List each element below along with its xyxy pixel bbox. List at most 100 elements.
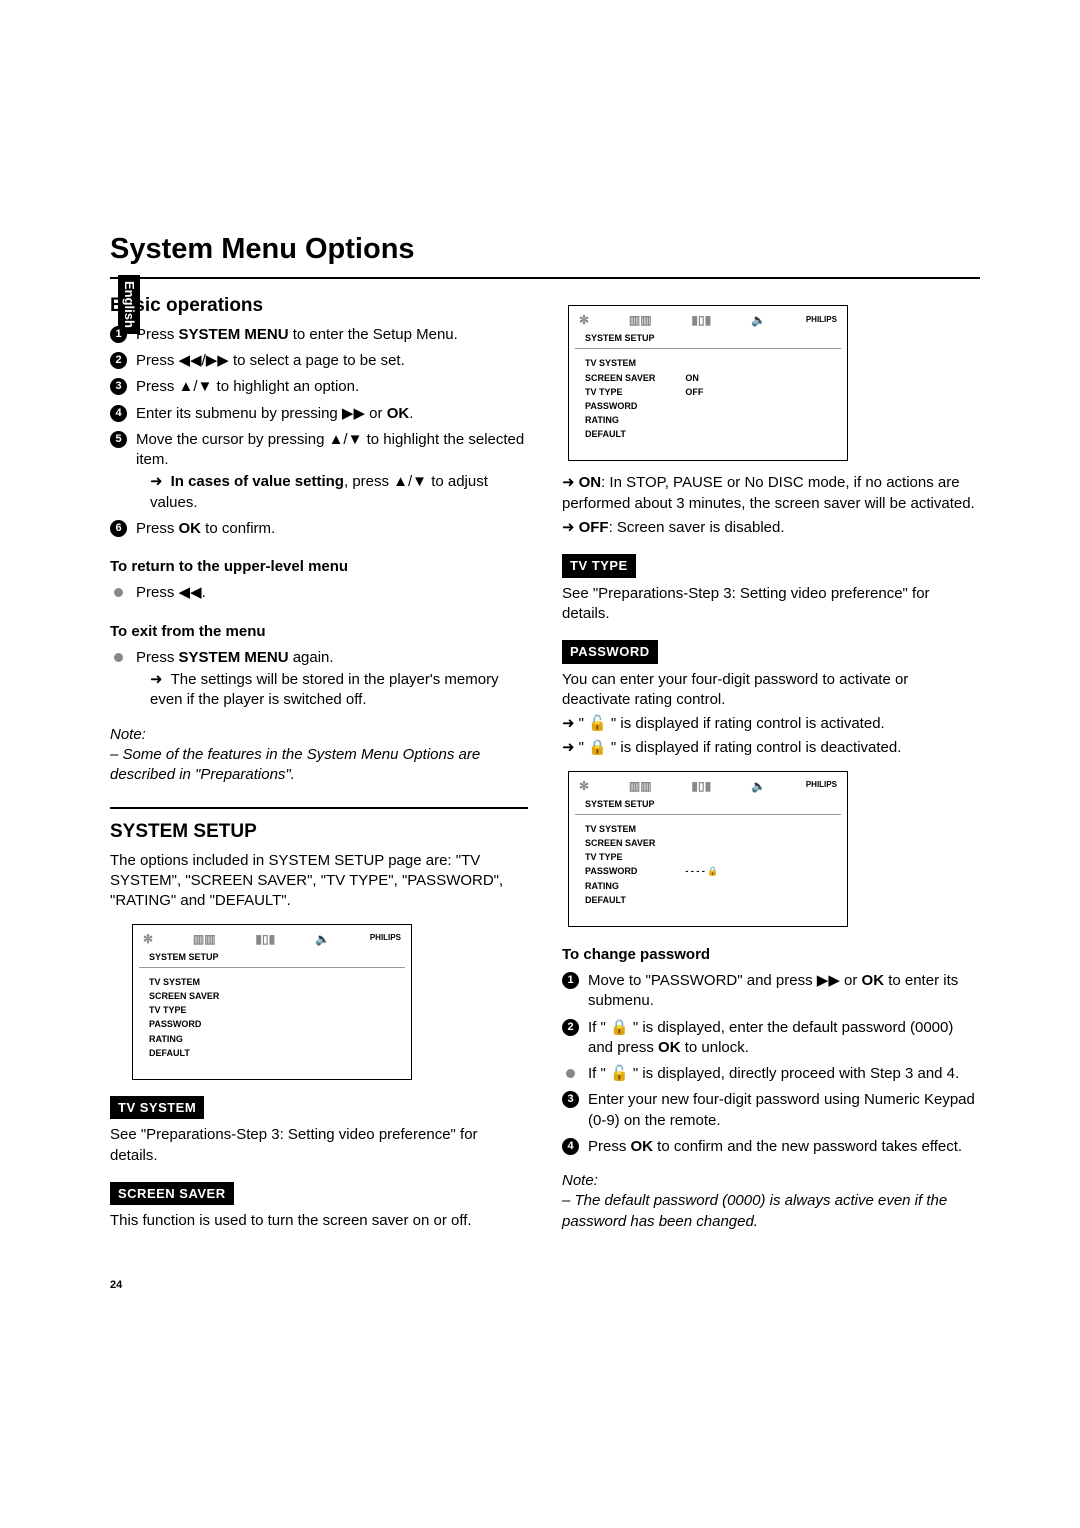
osd-item: PASSWORD xyxy=(149,1018,219,1030)
text: Move the cursor by pressing ▲/▼ to highl… xyxy=(136,431,524,468)
text: Press ▲/▼ to highlight an option. xyxy=(136,378,359,395)
video-icon: ▥▥ xyxy=(193,931,216,947)
text: Press ◀◀/▶▶ to select a page to be set. xyxy=(136,352,405,369)
text: . xyxy=(409,405,413,422)
text: If " 🔓 " is displayed, directly proceed … xyxy=(588,1065,959,1082)
osd-item: TV SYSTEM xyxy=(149,976,219,988)
osd-list: TV SYSTEM SCREEN SAVER TV TYPE PASSWORD … xyxy=(585,821,655,908)
screen-saver-label: SCREEN SAVER xyxy=(110,1182,234,1206)
osd-item: PASSWORD xyxy=(585,400,655,412)
note-body: – The default password (0000) is always … xyxy=(562,1191,980,1232)
right-column: ✻ ▥▥ ▮▯▮ 🔈 PHILIPS SYSTEM SETUP TV SYSTE… xyxy=(562,293,980,1292)
speaker-icon: 🔈 xyxy=(751,312,766,328)
off-description: ➜OFF: Screen saver is disabled. xyxy=(562,518,980,538)
page-title: System Menu Options xyxy=(110,230,980,269)
text: Enter your new four-digit password using… xyxy=(588,1091,975,1128)
osd-item: SCREEN SAVER xyxy=(149,990,219,1002)
note-label: Note: xyxy=(562,1171,980,1191)
text: Move to "PASSWORD" and press ▶▶ or xyxy=(588,972,862,989)
brand-label: PHILIPS xyxy=(806,780,837,791)
screen-saver-body: This function is used to turn the screen… xyxy=(110,1211,528,1231)
text: In cases of value setting xyxy=(171,473,344,490)
tv-type-body: See "Preparations-Step 3: Setting video … xyxy=(562,584,980,625)
cp-step-2b: If " 🔓 " is displayed, directly proceed … xyxy=(588,1064,980,1084)
step-2: 2 Press ◀◀/▶▶ to select a page to be set… xyxy=(136,351,528,371)
osd-value: ON xyxy=(685,372,703,384)
brand-label: PHILIPS xyxy=(806,315,837,326)
osd-item: TV TYPE xyxy=(149,1004,219,1016)
audio-icon: ▮▯▮ xyxy=(691,312,711,328)
osd-item: DEFAULT xyxy=(149,1047,219,1059)
section-rule xyxy=(110,807,528,809)
step-6: 6 Press OK to confirm. xyxy=(136,519,528,539)
note-block-right: Note: – The default password (0000) is a… xyxy=(562,1171,980,1232)
audio-icon: ▮▯▮ xyxy=(255,931,275,947)
osd-item: TV TYPE xyxy=(585,851,655,863)
tv-system-label: TV SYSTEM xyxy=(110,1096,204,1120)
step-5: 5 Move the cursor by pressing ▲/▼ to hig… xyxy=(136,430,528,513)
text: to confirm. xyxy=(201,520,275,537)
text: Press xyxy=(588,1138,631,1155)
text: SYSTEM MENU xyxy=(179,649,289,666)
osd-list: TV SYSTEM SCREEN SAVER TV TYPE PASSWORD … xyxy=(149,974,219,1061)
system-setup-heading: SYSTEM SETUP xyxy=(110,819,528,845)
osd-item: RATING xyxy=(585,880,655,892)
text: If " 🔒 " is displayed, enter the default… xyxy=(588,1019,953,1056)
text: to unlock. xyxy=(681,1039,749,1056)
page-number: 24 xyxy=(110,1278,528,1293)
text: Press ◀◀. xyxy=(136,584,206,601)
text: ON xyxy=(579,474,602,491)
text: Press xyxy=(136,649,179,666)
osd-item: TV SYSTEM xyxy=(585,357,655,369)
video-icon: ▥▥ xyxy=(629,312,652,328)
return-heading: To return to the upper-level menu xyxy=(110,557,528,577)
settings-icon: ✻ xyxy=(143,931,153,947)
cp-step-4: 4 Press OK to confirm and the new passwo… xyxy=(588,1137,980,1157)
text: Enter its submenu by pressing ▶▶ or xyxy=(136,405,387,422)
speaker-icon: 🔈 xyxy=(315,931,330,947)
note-block: Note: – Some of the features in the Syst… xyxy=(110,725,528,786)
text: SYSTEM MENU xyxy=(179,326,289,343)
speaker-icon: 🔈 xyxy=(751,778,766,794)
osd-list: TV SYSTEM SCREEN SAVER TV TYPE PASSWORD … xyxy=(585,355,655,442)
note-body: – Some of the features in the System Men… xyxy=(110,745,528,786)
text: OK xyxy=(387,405,410,422)
osd-title: SYSTEM SETUP xyxy=(139,949,405,968)
exit-step: Press SYSTEM MENU again. The settings wi… xyxy=(136,648,528,711)
text: " 🔒 " is displayed if rating control is … xyxy=(579,739,902,756)
osd-item: RATING xyxy=(585,414,655,426)
osd-item: SCREEN SAVER xyxy=(585,837,655,849)
left-column: Basic operations 1 Press SYSTEM MENU to … xyxy=(110,293,528,1292)
settings-icon: ✻ xyxy=(579,778,589,794)
step-4: 4 Enter its submenu by pressing ▶▶ or OK… xyxy=(136,404,528,424)
text: Press xyxy=(136,520,179,537)
exit-heading: To exit from the menu xyxy=(110,622,528,642)
basic-operations-heading: Basic operations xyxy=(110,293,528,319)
osd-value: - - - - 🔒 xyxy=(685,865,718,877)
tv-type-label: TV TYPE xyxy=(562,554,636,578)
step-3: 3 Press ▲/▼ to highlight an option. xyxy=(136,377,528,397)
osd-item: PASSWORD xyxy=(585,865,655,877)
osd-title: SYSTEM SETUP xyxy=(575,796,841,815)
osd-item: DEFAULT xyxy=(585,894,655,906)
osd-screen-saver: ✻ ▥▥ ▮▯▮ 🔈 PHILIPS SYSTEM SETUP TV SYSTE… xyxy=(568,305,848,461)
change-password-heading: To change password xyxy=(562,945,980,965)
osd-item: RATING xyxy=(149,1033,219,1045)
osd-values: - - - - 🔒 xyxy=(685,821,718,908)
text: OFF xyxy=(579,519,609,536)
step-1: 1 Press SYSTEM MENU to enter the Setup M… xyxy=(136,325,528,345)
text: OK xyxy=(658,1039,681,1056)
note-label: Note: xyxy=(110,725,528,745)
osd-item: TV SYSTEM xyxy=(585,823,655,835)
password-label: PASSWORD xyxy=(562,640,658,664)
password-intro: You can enter your four-digit password t… xyxy=(562,670,980,711)
audio-icon: ▮▯▮ xyxy=(691,778,711,794)
text: to enter the Setup Menu. xyxy=(289,326,458,343)
text: " 🔓 " is displayed if rating control is … xyxy=(579,715,885,732)
system-setup-intro: The options included in SYSTEM SETUP pag… xyxy=(110,851,528,912)
text: : In STOP, PAUSE or No DISC mode, if no … xyxy=(562,474,975,511)
tv-system-body: See "Preparations-Step 3: Setting video … xyxy=(110,1125,528,1166)
text: OK xyxy=(862,972,885,989)
osd-values: ON OFF xyxy=(685,355,703,442)
osd-item: SCREEN SAVER xyxy=(585,372,655,384)
